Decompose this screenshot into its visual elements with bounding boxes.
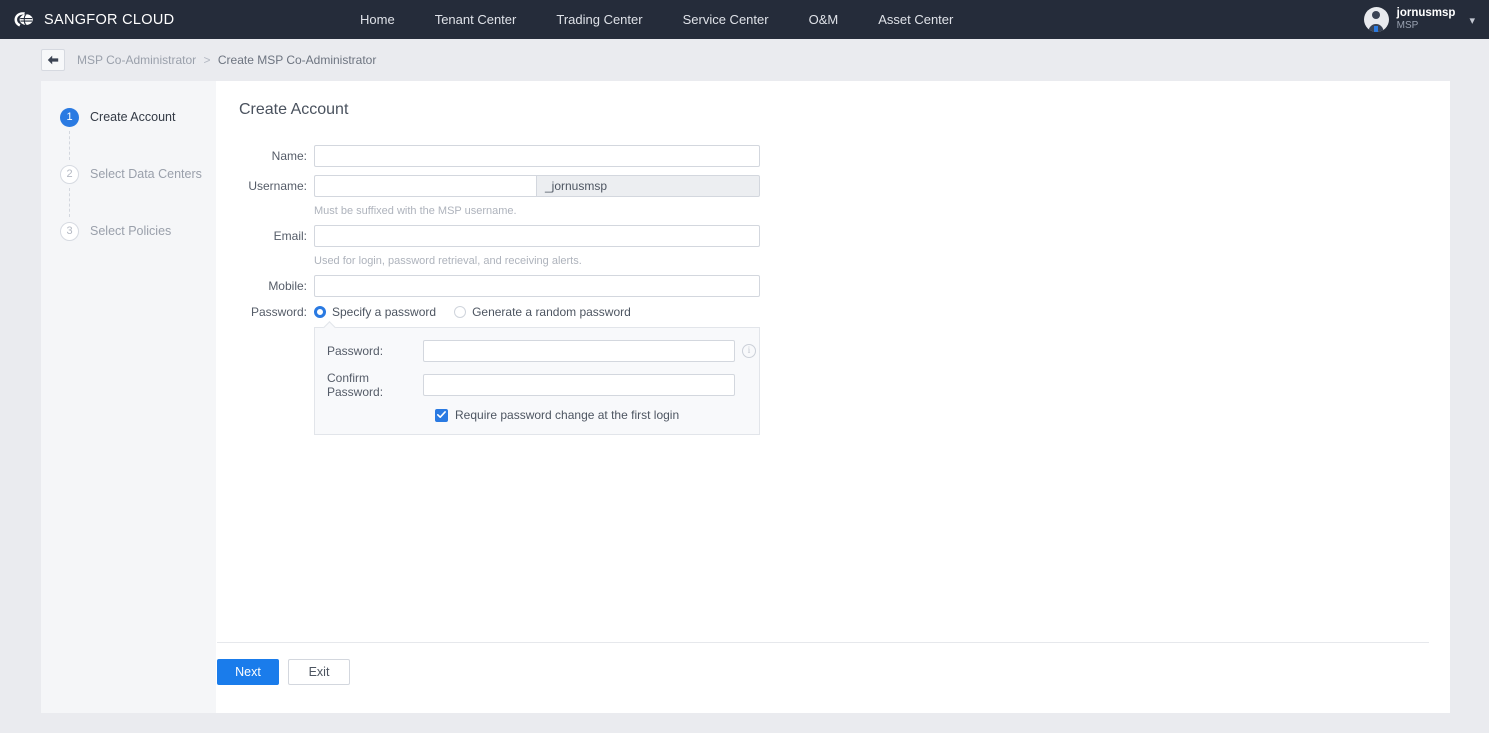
back-arrow-icon [47, 55, 59, 65]
step-connector-2 [69, 188, 71, 217]
step-connector-1 [69, 131, 71, 160]
mobile-input[interactable] [314, 275, 760, 297]
content-card: 1 Create Account 2 Select Data Centers 3… [41, 81, 1450, 713]
brand[interactable]: SANGFOR CLOUD [0, 8, 174, 32]
back-button[interactable] [41, 49, 65, 71]
exit-button[interactable]: Exit [288, 659, 350, 685]
mobile-label: Mobile: [268, 279, 307, 293]
radio-generate-random-password-indicator [454, 306, 467, 318]
nav-trading-center[interactable]: Trading Center [536, 0, 662, 39]
page-title: Create Account [239, 101, 349, 118]
breadcrumb: MSP Co-Administrator > Create MSP Co-Adm… [77, 53, 376, 67]
chevron-down-icon[interactable]: ▾ [1469, 14, 1475, 27]
create-account-panel: Create Account Name: Username: _jornusms… [217, 81, 1450, 713]
step-sidebar: 1 Create Account 2 Select Data Centers 3… [41, 81, 217, 713]
step-label-select-policies: Select Policies [90, 224, 172, 238]
field-row-email: Email: [239, 225, 1450, 247]
nav-om[interactable]: O&M [789, 0, 859, 39]
radio-generate-random-password[interactable]: Generate a random password [454, 305, 631, 319]
user-avatar-icon [1363, 7, 1389, 32]
breadcrumb-separator: > [203, 53, 211, 67]
check-icon [437, 411, 446, 418]
password-mode-radio-group: Specify a password Generate a random pas… [314, 305, 649, 319]
email-label: Email: [273, 229, 307, 243]
name-input[interactable] [314, 145, 760, 167]
password-field-label: Password: [327, 344, 384, 358]
username-input[interactable] [314, 175, 536, 197]
step-number-1: 1 [60, 107, 79, 127]
password-label: Password: [250, 305, 307, 319]
radio-generate-random-password-label: Generate a random password [472, 305, 631, 319]
radio-specify-password[interactable]: Specify a password [314, 305, 436, 319]
step-number-3: 3 [60, 221, 79, 241]
next-button[interactable]: Next [217, 659, 279, 685]
name-label: Name: [271, 149, 307, 163]
username-input-group: _jornusmsp [314, 175, 760, 197]
nav-asset-center[interactable]: Asset Center [858, 0, 973, 39]
email-hint: Used for login, password retrieval, and … [314, 255, 582, 267]
main-nav-menu: Home Tenant Center Trading Center Servic… [340, 0, 973, 39]
step-label-select-data-centers: Select Data Centers [90, 167, 202, 181]
field-row-password-mode: Password: Specify a password Generate a … [239, 305, 1450, 319]
nav-home[interactable]: Home [340, 0, 415, 39]
radio-specify-password-indicator [314, 306, 326, 318]
field-row-name: Name: [239, 145, 1450, 167]
step-select-policies[interactable]: 3 Select Policies [41, 217, 216, 245]
field-row-username: Username: _jornusmsp [239, 175, 1450, 197]
user-role: MSP [1396, 20, 1419, 32]
confirm-password-label: Confirm Password: [327, 371, 384, 399]
field-row-mobile: Mobile: [239, 275, 1450, 297]
field-row-confirm-password: Confirm Password: [315, 371, 759, 399]
radio-specify-password-label: Specify a password [332, 305, 437, 319]
username-label: Username: [248, 179, 307, 193]
top-navigation-bar: SANGFOR CLOUD Home Tenant Center Trading… [0, 0, 1489, 39]
user-menu[interactable]: jornusmsp MSP ▾ [1363, 0, 1475, 39]
require-password-change-checkbox-row[interactable]: Require password change at the first log… [315, 408, 759, 422]
password-details-panel: Password: i Confirm Password: Require pa… [314, 327, 760, 435]
cloud-sphere-logo-icon [10, 8, 36, 32]
nav-tenant-center[interactable]: Tenant Center [415, 0, 537, 39]
step-number-2: 2 [60, 164, 79, 184]
breadcrumb-current: Create MSP Co-Administrator [217, 53, 377, 67]
breadcrumb-bar: MSP Co-Administrator > Create MSP Co-Adm… [0, 39, 1489, 81]
email-input[interactable] [314, 225, 760, 247]
brand-name: SANGFOR CLOUD [44, 11, 175, 28]
confirm-password-input[interactable] [423, 374, 735, 396]
user-name: jornusmsp [1396, 7, 1456, 20]
step-label-create-account: Create Account [90, 110, 176, 124]
step-select-data-centers[interactable]: 2 Select Data Centers [41, 160, 216, 188]
step-create-account[interactable]: 1 Create Account [41, 103, 216, 131]
require-password-change-label: Require password change at the first log… [455, 408, 680, 422]
info-circle-icon[interactable]: i [742, 344, 756, 358]
breadcrumb-parent[interactable]: MSP Co-Administrator [77, 53, 196, 67]
username-hint: Must be suffixed with the MSP username. [314, 205, 517, 217]
require-password-change-checkbox[interactable] [435, 408, 448, 422]
field-row-password: Password: i [315, 340, 759, 362]
password-input[interactable] [423, 340, 735, 362]
nav-service-center[interactable]: Service Center [663, 0, 789, 39]
form-footer: Next Exit [217, 642, 1429, 685]
username-suffix: _jornusmsp [536, 175, 760, 197]
